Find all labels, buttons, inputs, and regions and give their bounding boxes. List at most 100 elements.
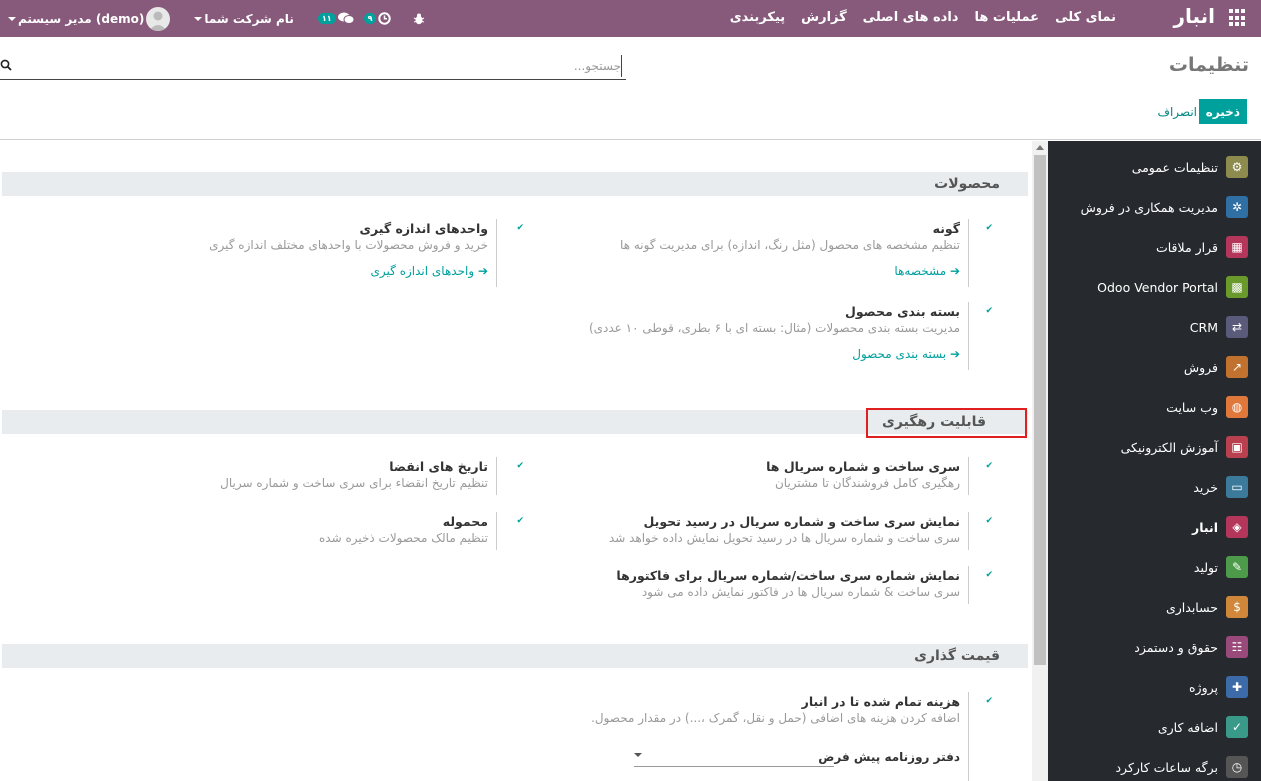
setting-title: نمایش شماره سری ساخت/شماره سریال برای فا… (616, 568, 960, 583)
scroll-thumb[interactable] (1034, 155, 1046, 665)
sidebar-item-sales-collaboration[interactable]: ✲ مدیریت همکاری در فروش (1048, 187, 1261, 227)
sidebar-item-label: حقوق و دستمزد (1134, 639, 1218, 655)
divider (0, 139, 1261, 140)
divider (968, 302, 969, 370)
setting-packaging: ✔ بسته بندی محصول مدیریت بسته بندی محصول… (540, 304, 993, 362)
checkbox-checked-icon[interactable]: ✔ (514, 461, 524, 471)
setting-description: سری ساخت و شماره سریال ها در رسید تحویل … (608, 531, 960, 545)
network-icon: ✲ (1226, 196, 1248, 218)
checkbox-checked-icon[interactable]: ✔ (983, 516, 993, 526)
sidebar-item-label: انبار (1192, 519, 1218, 535)
link-label: بسته بندی محصول (852, 347, 947, 361)
sidebar-item-label: حسابداری (1165, 599, 1218, 615)
sidebar-item-timesheets[interactable]: ◷ برگه ساعات کارکرد (1048, 747, 1261, 781)
id-card-icon: ☷ (1226, 636, 1248, 658)
app-brand[interactable]: انبار (1173, 4, 1215, 28)
save-button[interactable]: ذخیره (1198, 99, 1247, 124)
sidebar-item-accounting[interactable]: $ حسابداری (1048, 587, 1261, 627)
sidebar-item-inventory[interactable]: ◈ انبار (1048, 507, 1261, 547)
sidebar-item-overtime[interactable]: ✓ اضافه کاری (1048, 707, 1261, 747)
setting-title: محموله (442, 514, 488, 529)
sidebar-item-sales[interactable]: ↗ فروش (1048, 347, 1261, 387)
sidebar-item-label: فروش (1183, 359, 1218, 375)
company-switcher[interactable]: نام شرکت شما (194, 12, 294, 26)
setting-description: تنظیم مالک محصولات ذخیره شده (318, 531, 488, 545)
scroll-up-arrow-icon[interactable] (1036, 145, 1044, 150)
checkbox-checked-icon[interactable]: ✔ (983, 570, 993, 580)
setting-description: اضافه کردن هزینه های اضافی (حمل و نقل، گ… (591, 711, 960, 725)
setting-consignment: ✔ محموله تنظیم مالک محصولات ذخیره شده (68, 514, 524, 547)
search-input[interactable] (16, 55, 622, 77)
sidebar-item-elearning[interactable]: ▣ آموزش الکترونیکی (1048, 427, 1261, 467)
menu-configuration[interactable]: پیکربندی (730, 10, 785, 25)
debug-menu[interactable] (413, 13, 425, 25)
discard-button[interactable]: انصراف (1154, 99, 1201, 124)
sidebar-item-purchase[interactable]: ▭ خرید (1048, 467, 1261, 507)
checkbox-checked-icon[interactable]: ✔ (983, 223, 993, 233)
activity-menu[interactable]: ۹ (363, 12, 392, 25)
default-journal-select[interactable] (634, 766, 834, 767)
setting-expiry-dates: ✔ تاریخ های انقضا تنظیم تاریخ انقضاء برا… (68, 459, 524, 492)
sidebar-item-vendor-portal[interactable]: ▩ Odoo Vendor Portal (1048, 267, 1261, 307)
variants-link[interactable]: ➔ مشخصه‌ها (894, 263, 960, 279)
menu-master-data[interactable]: داده های اصلی (863, 10, 959, 25)
credit-card-icon: ▭ (1226, 476, 1248, 498)
grid-icon: ▩ (1226, 276, 1248, 298)
link-label: واحدهای اندازه گیری (370, 264, 475, 278)
divider (496, 457, 497, 495)
sidebar-item-label: تولید (1193, 559, 1218, 575)
systray: مدیر سیستم (demo) نام شرکت شما ۱۱ ۹ (8, 6, 425, 31)
presentation-icon: ▣ (1226, 436, 1248, 458)
chevron-down-icon[interactable] (634, 753, 642, 757)
divider (968, 512, 969, 550)
divider (968, 219, 969, 287)
sidebar-item-label: Odoo Vendor Portal (1097, 279, 1218, 295)
wrench-icon: ✎ (1226, 556, 1248, 578)
page-title: تنظیمات (1168, 54, 1249, 76)
bug-icon (414, 13, 425, 24)
chevron-down-icon (8, 16, 16, 21)
divider (496, 512, 497, 550)
calendar-icon: ▦ (1226, 236, 1248, 258)
divider (968, 566, 969, 604)
sidebar-item-label: برگه ساعات کارکرد (1115, 759, 1218, 775)
checkbox-checked-icon[interactable]: ✔ (983, 696, 993, 706)
sidebar-item-label: CRM (1189, 319, 1218, 335)
checkbox-checked-icon[interactable]: ✔ (514, 516, 524, 526)
setting-description: رهگیری کامل فروشندگان تا مشتریان (774, 476, 960, 490)
chat-icon (337, 12, 354, 24)
packaging-link[interactable]: ➔ بسته بندی محصول (852, 346, 960, 362)
search-icon[interactable] (0, 59, 12, 71)
scrollbar[interactable] (1032, 141, 1048, 781)
highlight-box (866, 408, 1027, 438)
clock-icon (378, 12, 392, 25)
puzzle-icon: ✚ (1226, 676, 1248, 698)
setting-lots-on-receipt: ✔ نمایش سری ساخت و شماره سریال در رسید ت… (540, 514, 993, 547)
checkbox-checked-icon[interactable]: ✔ (983, 461, 993, 471)
setting-title: واحدهای اندازه گیری (359, 221, 488, 236)
checkbox-checked-icon[interactable]: ✔ (983, 306, 993, 316)
invoice-icon: $ (1226, 596, 1248, 618)
menu-operations[interactable]: عملیات ها (974, 10, 1039, 25)
divider (496, 219, 497, 287)
menu-reporting[interactable]: گزارش (801, 10, 847, 25)
setting-description: مدیریت بسته بندی محصولات (مثال: بسته ای … (588, 321, 960, 335)
sidebar-item-manufacturing[interactable]: ✎ تولید (1048, 547, 1261, 587)
user-menu[interactable]: مدیر سیستم (demo) (8, 6, 171, 31)
sidebar-item-payroll[interactable]: ☷ حقوق و دستمزد (1048, 627, 1261, 667)
apps-menu-icon[interactable] (1229, 9, 1247, 27)
sidebar-item-website[interactable]: ◍ وب سایت (1048, 387, 1261, 427)
activity-count-badge: ۹ (363, 13, 377, 24)
sidebar-item-crm[interactable]: ⇄ CRM (1048, 307, 1261, 347)
sidebar-item-project[interactable]: ✚ پروژه (1048, 667, 1261, 707)
uom-link[interactable]: ➔ واحدهای اندازه گیری (371, 263, 488, 279)
sidebar-item-label: مدیریت همکاری در فروش (1080, 199, 1218, 215)
sidebar-item-label: وب سایت (1166, 399, 1218, 415)
setting-description: تنظیم تاریخ انقضاء برای سری ساخت و شماره… (220, 476, 488, 490)
sidebar-item-general-settings[interactable]: ⚙ تنظیمات عمومی (1048, 147, 1261, 187)
messages-menu[interactable]: ۱۱ (317, 12, 354, 25)
sidebar-item-appointments[interactable]: ▦ قرار ملاقات (1048, 227, 1261, 267)
sidebar-item-label: تنظیمات عمومی (1131, 159, 1218, 175)
menu-overview[interactable]: نمای کلی (1055, 10, 1116, 25)
checkbox-checked-icon[interactable]: ✔ (514, 223, 524, 233)
